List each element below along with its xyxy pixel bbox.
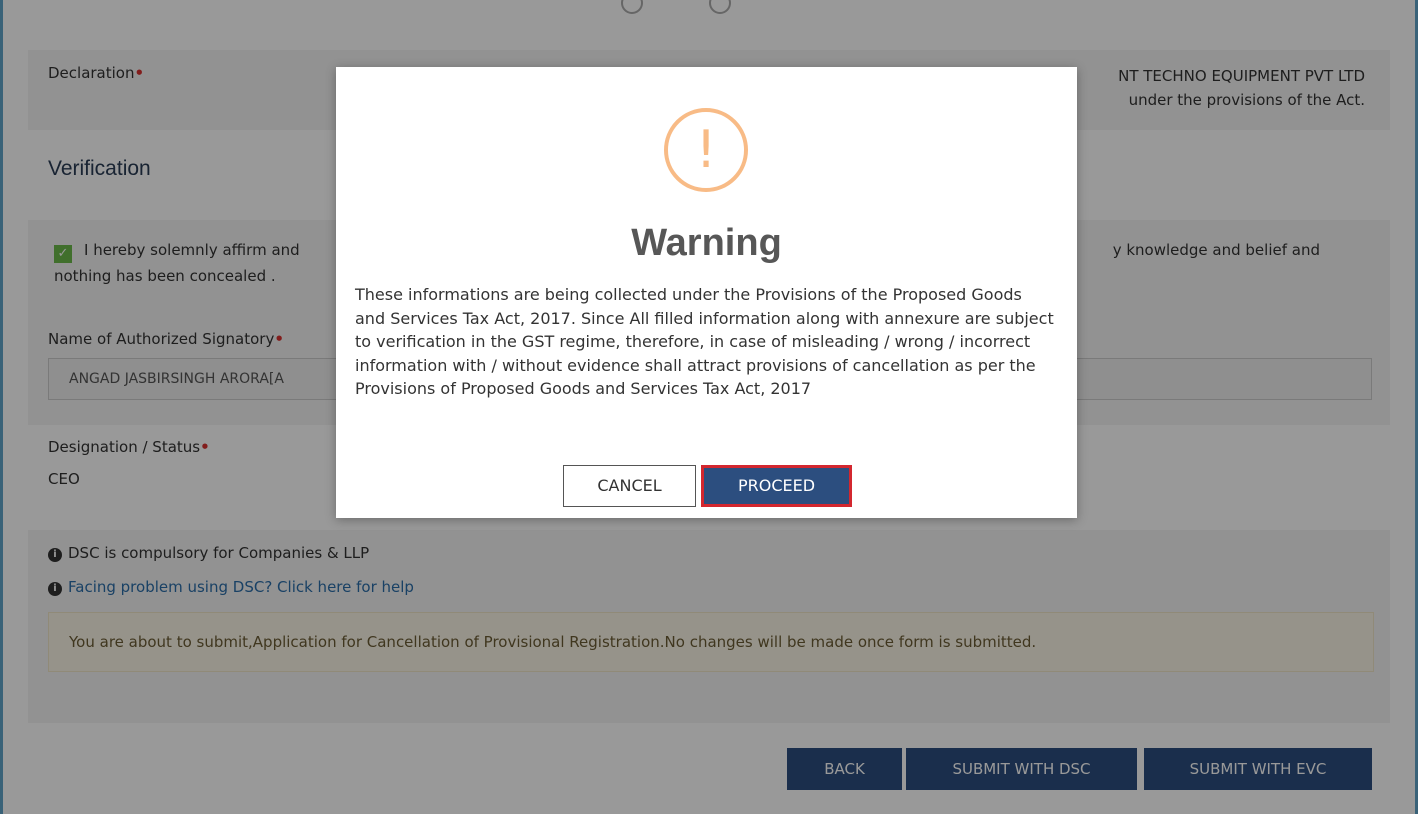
proceed-button[interactable]: PROCEED <box>701 465 852 507</box>
modal-body: These informations are being collected u… <box>355 285 1054 398</box>
cancel-button[interactable]: CANCEL <box>563 465 696 507</box>
warning-icon: ! <box>664 108 748 192</box>
modal-title: Warning <box>631 222 782 264</box>
warning-modal: ! Warning These informations are being c… <box>336 67 1077 518</box>
